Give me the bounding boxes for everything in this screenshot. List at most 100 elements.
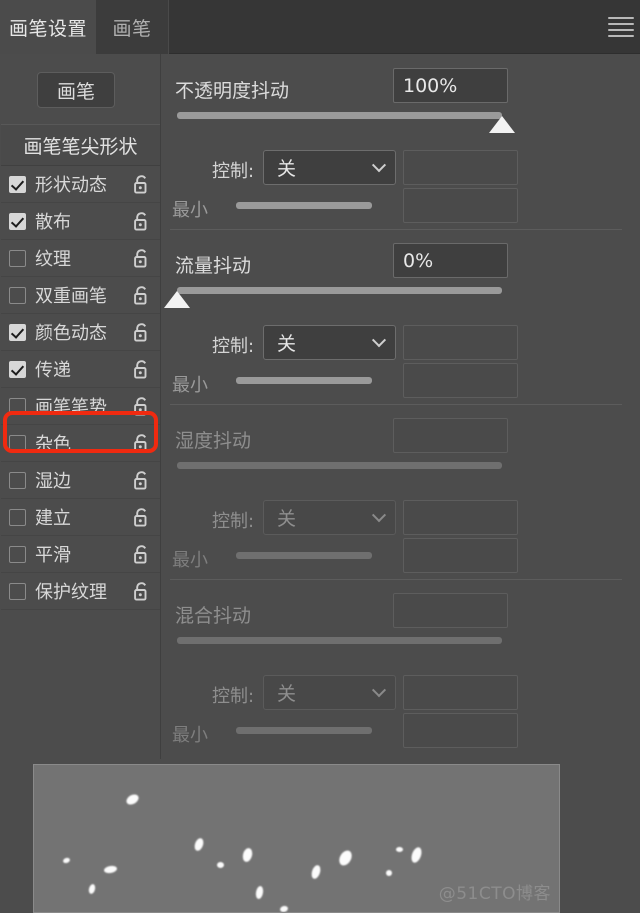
section-title: 混合抖动 xyxy=(175,605,252,627)
control-select-value: 关 xyxy=(277,508,297,530)
unlock-icon[interactable] xyxy=(132,248,151,269)
tab-brush[interactable]: 画笔 xyxy=(96,0,168,54)
hamburger-menu-icon[interactable] xyxy=(608,17,634,37)
preview-brush-dab xyxy=(241,847,254,863)
jitter-settings-content: 不透明度抖动 100% 控制: 关最小 流量抖动 0% 控制: 关最小 湿度抖动 控制: 关最小 混合… xyxy=(161,54,640,759)
unlock-icon[interactable] xyxy=(132,544,151,565)
sidebar-item-4[interactable]: 颜色动态 xyxy=(1,314,160,351)
sidebar-item-label: 双重画笔 xyxy=(35,286,107,307)
chevron-down-icon xyxy=(371,158,387,173)
section-slider-track[interactable] xyxy=(177,287,502,294)
panel-tab-bar: 画笔设置 画笔 xyxy=(0,0,640,54)
section-slider-thumb[interactable] xyxy=(164,291,190,308)
control-extra-field[interactable] xyxy=(403,150,518,185)
unlock-icon[interactable] xyxy=(132,507,151,528)
control-extra-field[interactable] xyxy=(403,675,518,710)
sidebar-item-1[interactable]: 散布 xyxy=(1,203,160,240)
tab-brush-settings[interactable]: 画笔设置 xyxy=(0,0,96,54)
sidebar-item-label: 保护纹理 xyxy=(35,582,107,603)
sidebar-item-0[interactable]: 形状动态 xyxy=(1,166,160,203)
section-title: 湿度抖动 xyxy=(175,430,252,452)
section-value-field[interactable] xyxy=(393,593,508,628)
unlock-icon[interactable] xyxy=(132,322,151,343)
preview-brush-dab xyxy=(409,845,424,865)
min-value-field[interactable] xyxy=(403,363,518,398)
sidebar-item-5[interactable]: 传递 xyxy=(1,351,160,388)
sidebar-item-9[interactable]: 建立 xyxy=(1,499,160,536)
control-select[interactable]: 关 xyxy=(263,150,396,185)
control-extra-field[interactable] xyxy=(403,325,518,360)
control-select-value: 关 xyxy=(277,333,297,355)
unlock-icon[interactable] xyxy=(132,211,151,232)
checkbox-9[interactable] xyxy=(9,508,26,526)
min-value-field[interactable] xyxy=(403,713,518,748)
min-label: 最小 xyxy=(172,200,208,221)
section-title: 流量抖动 xyxy=(175,255,252,277)
jitter-section-1: 流量抖动 0% 控制: 关最小 xyxy=(161,229,640,404)
section-value-field[interactable] xyxy=(393,418,508,453)
preview-brush-dab xyxy=(279,905,289,912)
control-extra-field[interactable] xyxy=(403,500,518,535)
section-slider-track[interactable] xyxy=(177,462,502,469)
brush-option-list: 形状动态散布纹理双重画笔颜色动态 传递 画笔笔势杂色湿边建立平滑保护纹理 xyxy=(1,166,160,610)
min-value-field[interactable] xyxy=(403,188,518,223)
section-value-field[interactable]: 100% xyxy=(393,68,508,103)
min-value-field[interactable] xyxy=(403,538,518,573)
sidebar-item-label: 纹理 xyxy=(35,249,71,270)
min-slider-track[interactable] xyxy=(236,202,372,209)
sidebar-item-10[interactable]: 平滑 xyxy=(1,536,160,573)
preview-brush-dab xyxy=(386,870,392,876)
checkbox-7[interactable] xyxy=(9,434,26,452)
unlock-icon[interactable] xyxy=(132,433,151,454)
min-label: 最小 xyxy=(172,550,208,571)
chevron-down-icon xyxy=(371,508,387,523)
section-value-field[interactable]: 0% xyxy=(393,243,508,278)
checkbox-2[interactable] xyxy=(9,249,26,267)
brush-preset-button-label: 画笔 xyxy=(56,80,95,103)
control-select-value: 关 xyxy=(277,158,297,180)
unlock-icon[interactable] xyxy=(132,470,151,491)
checkbox-3[interactable] xyxy=(9,286,26,304)
checkbox-11[interactable] xyxy=(9,582,26,600)
checkbox-1[interactable] xyxy=(9,212,26,230)
min-label: 最小 xyxy=(172,375,208,396)
checkbox-4[interactable] xyxy=(9,323,26,341)
section-slider-thumb[interactable] xyxy=(489,116,515,133)
section-slider-track[interactable] xyxy=(177,637,502,644)
checkbox-10[interactable] xyxy=(9,545,26,563)
sidebar-item-label: 建立 xyxy=(35,508,71,529)
jitter-section-0: 不透明度抖动 100% 控制: 关最小 xyxy=(161,54,640,229)
sidebar-item-2[interactable]: 纹理 xyxy=(1,240,160,277)
unlock-icon[interactable] xyxy=(132,359,151,380)
control-select[interactable]: 关 xyxy=(263,675,396,710)
min-slider-track[interactable] xyxy=(236,727,372,734)
section-slider-track[interactable] xyxy=(177,112,502,119)
unlock-icon[interactable] xyxy=(132,174,151,195)
checkbox-8[interactable] xyxy=(9,471,26,489)
min-slider-track[interactable] xyxy=(236,377,372,384)
checkbox-0[interactable] xyxy=(9,175,26,193)
control-label: 控制: xyxy=(212,686,255,707)
sidebar-item-8[interactable]: 湿边 xyxy=(1,462,160,499)
sidebar-item-label: 形状动态 xyxy=(35,175,107,196)
sidebar-item-brush-tip-shape-label: 画笔笔尖形状 xyxy=(23,135,138,158)
checkbox-5[interactable] xyxy=(9,360,26,378)
sidebar-item-6[interactable]: 画笔笔势 xyxy=(1,388,160,425)
unlock-icon[interactable] xyxy=(132,396,151,417)
checkbox-6[interactable] xyxy=(9,397,26,415)
jitter-section-2: 湿度抖动 控制: 关最小 xyxy=(161,404,640,579)
unlock-icon[interactable] xyxy=(132,581,151,602)
sidebar-item-brush-tip-shape[interactable]: 画笔笔尖形状 xyxy=(1,124,160,166)
unlock-icon[interactable] xyxy=(132,285,151,306)
section-separator xyxy=(170,579,622,580)
brush-preset-button[interactable]: 画笔 xyxy=(37,72,115,108)
sidebar-item-7[interactable]: 杂色 xyxy=(1,425,160,462)
control-select[interactable]: 关 xyxy=(263,500,396,535)
preview-brush-dab xyxy=(396,847,403,852)
sidebar-item-label: 杂色 xyxy=(35,434,71,455)
min-slider-track[interactable] xyxy=(236,552,372,559)
sidebar-item-3[interactable]: 双重画笔 xyxy=(1,277,160,314)
control-select[interactable]: 关 xyxy=(263,325,396,360)
jitter-section-3: 混合抖动 控制: 关最小 xyxy=(161,579,640,754)
sidebar-item-11[interactable]: 保护纹理 xyxy=(1,573,160,610)
